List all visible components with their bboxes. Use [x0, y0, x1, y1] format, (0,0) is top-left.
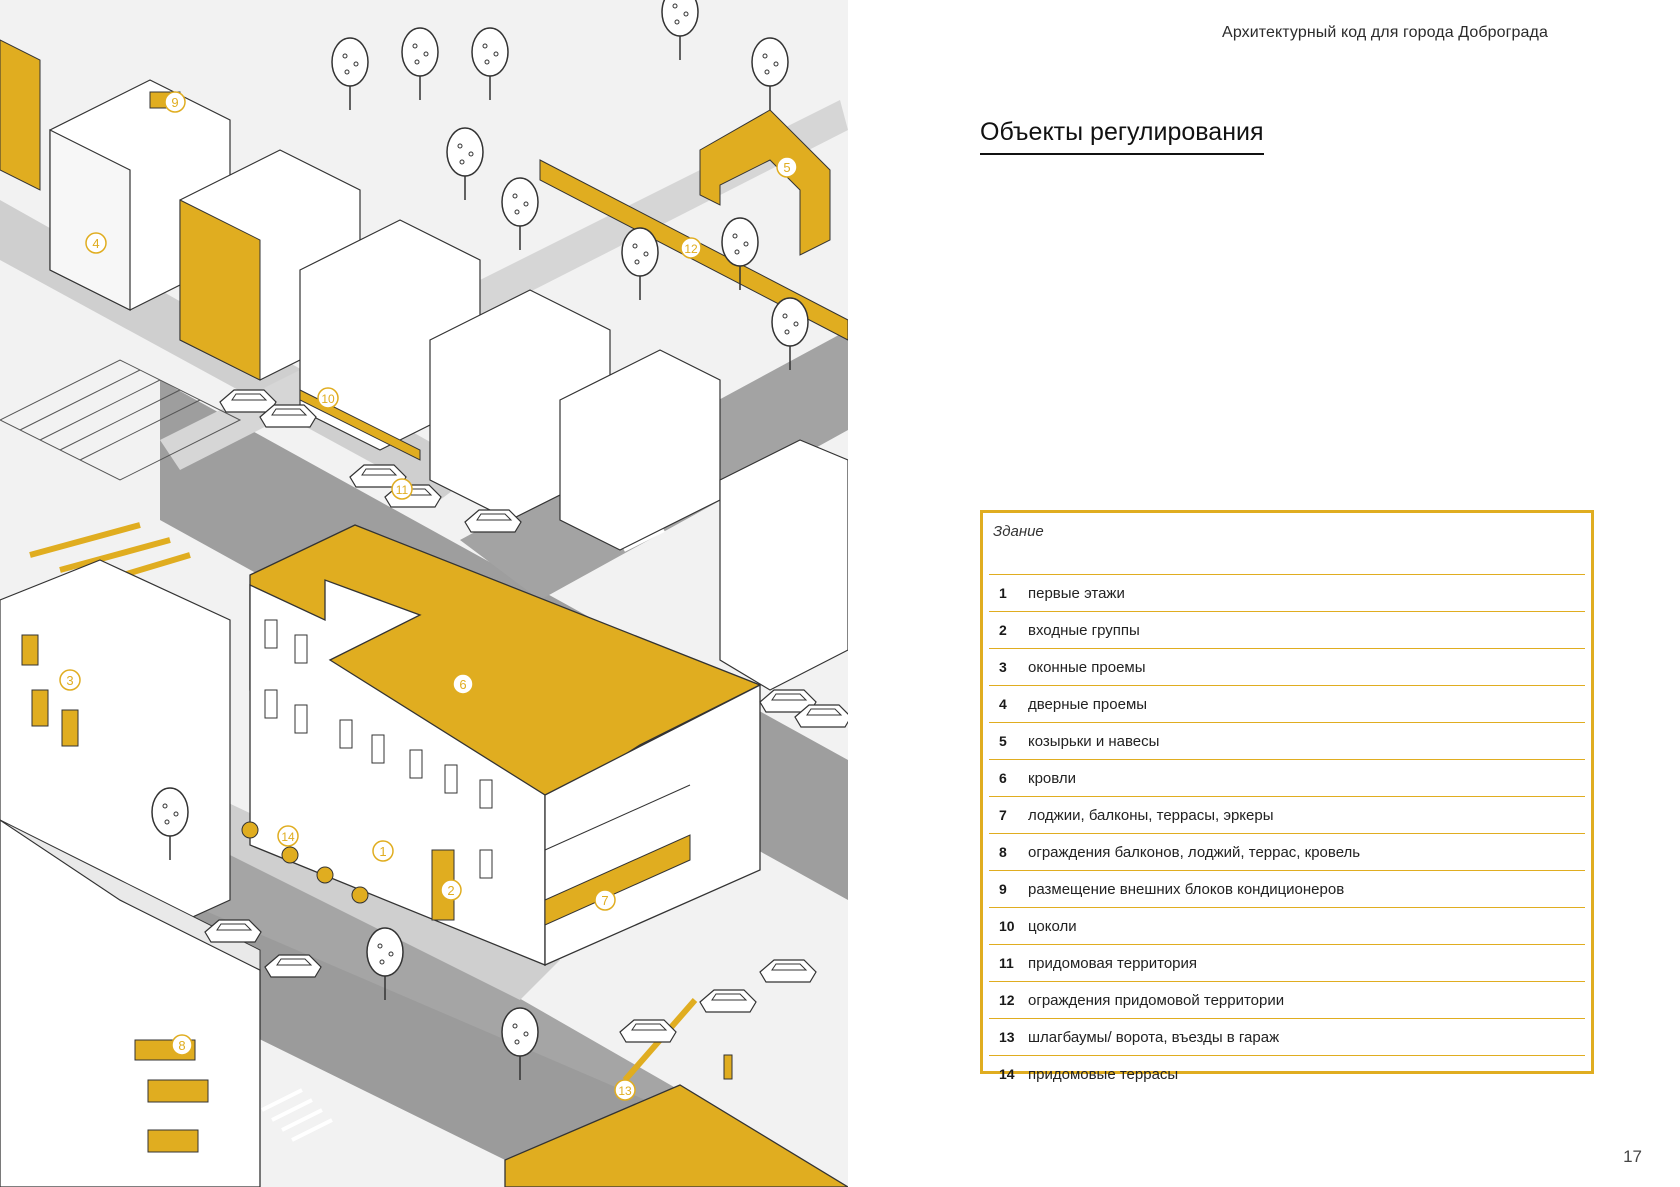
legend-item: 2 входные группы [989, 612, 1585, 649]
legend-item-number: 9 [999, 881, 1007, 897]
legend-item-label: входные группы [1028, 621, 1140, 639]
marker-10[interactable]: 10 [317, 387, 339, 409]
legend-item-number: 1 [999, 585, 1007, 601]
legend-item-label: шлагбаумы/ ворота, въезды в гараж [1028, 1028, 1280, 1046]
svg-text:1: 1 [379, 844, 386, 859]
legend-item-label: оконные проемы [1028, 658, 1146, 676]
legend-item: 11 придомовая территория [989, 945, 1585, 982]
legend-item-number: 4 [999, 696, 1007, 712]
legend-item: 10 цоколи [989, 908, 1585, 945]
markers-layer: 1 2 3 4 5 6 7 8 9 10 11 12 13 14 [59, 91, 798, 1101]
isometric-city-illustration: 1 2 3 4 5 6 7 8 9 10 11 12 13 14 [0, 0, 848, 1187]
legend-item-label: первые этажи [1028, 584, 1125, 602]
svg-text:5: 5 [783, 160, 790, 175]
legend-item-number: 6 [999, 770, 1007, 786]
svg-text:8: 8 [178, 1038, 185, 1053]
legend-item: 5 козырьки и навесы [989, 723, 1585, 760]
legend-item-label: ограждения балконов, лоджий, террас, кро… [1028, 843, 1361, 861]
marker-3[interactable]: 3 [59, 669, 81, 691]
marker-11[interactable]: 11 [391, 478, 413, 500]
legend-item-label: лоджии, балконы, террасы, эркеры [1028, 806, 1274, 824]
marker-6[interactable]: 6 [452, 673, 474, 695]
svg-text:13: 13 [618, 1084, 632, 1098]
legend-item-label: козырьки и навесы [1028, 732, 1160, 750]
legend-item-number: 11 [999, 955, 1014, 971]
svg-text:9: 9 [171, 95, 178, 110]
legend-heading-row: Здание [989, 513, 1585, 575]
page-number: 17 [1623, 1147, 1642, 1166]
legend-item-number: 12 [999, 992, 1015, 1008]
marker-12[interactable]: 12 [680, 237, 702, 259]
legend-item-label: размещение внешних блоков кондиционеров [1028, 880, 1345, 898]
marker-1[interactable]: 1 [372, 840, 394, 862]
legend-item: 7 лоджии, балконы, террасы, эркеры [989, 797, 1585, 834]
svg-text:12: 12 [684, 242, 698, 256]
legend-item-label: придомовые террасы [1028, 1065, 1179, 1083]
document-title: Архитектурный код для города Доброграда [1222, 24, 1548, 41]
page-title: Объекты регулирования [980, 118, 1264, 155]
legend-item: 8 ограждения балконов, лоджий, террас, кр… [989, 834, 1585, 871]
legend-item-number: 2 [999, 622, 1007, 638]
legend-item-number: 7 [999, 807, 1007, 823]
legend-item: 9 размещение внешних блоков кондиционеров [989, 871, 1585, 908]
marker-5[interactable]: 5 [776, 156, 798, 178]
svg-text:3: 3 [66, 673, 73, 688]
marker-8[interactable]: 8 [171, 1034, 193, 1056]
legend-item-number: 8 [999, 844, 1007, 860]
marker-13[interactable]: 13 [614, 1079, 636, 1101]
marker-7[interactable]: 7 [594, 889, 616, 911]
svg-text:7: 7 [601, 893, 608, 908]
legend-item-label: цоколи [1028, 917, 1077, 935]
svg-text:6: 6 [459, 677, 466, 692]
legend-item: 14 придомовые террасы [989, 1056, 1585, 1092]
legend-item: 6 кровли [989, 760, 1585, 797]
marker-14[interactable]: 14 [277, 825, 299, 847]
svg-text:14: 14 [281, 830, 295, 844]
legend-item-label: придомовая территория [1028, 954, 1198, 972]
legend-table: Здание 1 первые этажи 2 входные группы 3 ок… [980, 510, 1594, 1083]
marker-9[interactable]: 9 [164, 91, 186, 113]
legend-item-label: ограждения придомовой территории [1028, 991, 1285, 1009]
legend-item-label: дверные проемы [1028, 695, 1148, 713]
legend-item: 13 шлагбаумы/ ворота, въезды в гараж [989, 1019, 1585, 1056]
svg-text:10: 10 [321, 392, 335, 406]
legend-item: 4 дверные проемы [989, 686, 1585, 723]
svg-text:2: 2 [447, 883, 454, 898]
svg-text:4: 4 [92, 236, 99, 251]
legend-item-number: 13 [999, 1029, 1015, 1045]
svg-text:11: 11 [396, 483, 409, 497]
marker-2[interactable]: 2 [440, 879, 462, 901]
legend-item: 1 первые этажи [989, 575, 1585, 612]
legend-item-number: 14 [999, 1066, 1015, 1082]
legend-item-label: кровли [1028, 769, 1077, 787]
legend-heading: Здание [993, 523, 1044, 540]
legend-item-number: 10 [999, 918, 1015, 934]
legend-item-number: 5 [999, 733, 1007, 749]
legend-item: 3 оконные проемы [989, 649, 1585, 686]
legend-item-number: 3 [999, 659, 1007, 675]
legend-item: 12 ограждения придомовой территории [989, 982, 1585, 1019]
marker-4[interactable]: 4 [85, 232, 107, 254]
